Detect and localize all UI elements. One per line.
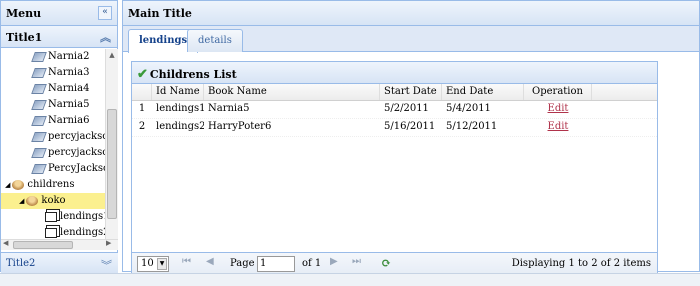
next-page-icon[interactable]: ▶ [330, 256, 338, 267]
tree-node[interactable]: Narnia5 [1, 97, 105, 113]
tree-node[interactable]: Narnia3 [1, 65, 105, 81]
user-icon [26, 195, 39, 206]
tab-details[interactable]: details [187, 29, 243, 52]
menu-title: Menu [6, 7, 42, 20]
chevron-down-icon[interactable]: ︾ [101, 257, 112, 273]
tree-node[interactable]: Narnia6 [1, 113, 105, 129]
leaf-icon [31, 147, 47, 158]
last-page-icon[interactable]: ⏭ [352, 256, 361, 267]
column-header-rownum [132, 84, 152, 100]
tree-node-koko[interactable]: ◢ koko [1, 193, 105, 209]
table-row[interactable]: 2 lendings2 HarryPoter6 5/16/2011 5/12/2… [132, 119, 657, 137]
leaf-icon [31, 83, 47, 94]
tree-node-childrens[interactable]: ◢ childrens [1, 177, 105, 193]
page-count-label: of 1 [302, 258, 322, 269]
page-label: Page [230, 258, 255, 269]
collapse-left-icon[interactable]: « [98, 6, 112, 20]
grid-title: Childrens List [149, 68, 237, 81]
tree-node[interactable]: Narnia4 [1, 81, 105, 97]
leaf-icon [31, 99, 47, 110]
tree-node[interactable]: lendings2 [1, 225, 105, 238]
tree-horizontal-scrollbar[interactable]: ◀ ▶ [1, 239, 118, 250]
tree-view: Narnia2 Narnia3 Narnia4 Narnia5 Narnia6 … [1, 49, 105, 238]
expand-triangle-icon[interactable]: ◢ [5, 181, 10, 189]
dropdown-arrow-icon[interactable]: ▼ [157, 258, 167, 270]
menu-header: Menu « [1, 1, 117, 26]
first-page-icon[interactable]: ⏮ [182, 256, 191, 267]
column-header-start[interactable]: Start Date [380, 84, 442, 100]
cell-id: lendings2 [156, 121, 204, 132]
column-header-operation[interactable]: Operation [524, 84, 592, 100]
expand-triangle-icon[interactable]: ◢ [19, 197, 24, 205]
main-title: Main Title [128, 7, 192, 20]
cell-id: lendings1 [156, 103, 204, 114]
scroll-thumb[interactable] [107, 109, 117, 219]
column-header-id[interactable]: Id Name [152, 84, 204, 100]
chevron-up-icon[interactable]: ︽ [100, 29, 111, 45]
accordion-title2-header[interactable]: Title2 ︾ [1, 252, 118, 273]
scroll-right-icon[interactable]: ▶ [106, 239, 111, 247]
edit-link[interactable]: Edit [548, 103, 569, 114]
childrens-grid: ✔ Childrens List Id Name Book Name Start … [131, 61, 658, 275]
folder-children-icon [12, 179, 25, 190]
page-size-value: 10 [141, 258, 154, 269]
status-bar [0, 273, 700, 286]
tree-vertical-scrollbar[interactable]: ▲ [105, 49, 118, 239]
pagination-bar: 10 ▼ ⏮ ◀ Page 1 of 1 ▶ ⏭ ⟳ Displaying 1 … [132, 252, 657, 274]
grid-title-bar: ✔ Childrens List [132, 62, 657, 84]
column-header-end[interactable]: End Date [442, 84, 524, 100]
scroll-left-icon[interactable]: ◀ [3, 239, 8, 247]
cell-book: Narnia5 [208, 103, 250, 114]
west-panel: Menu « Title1 ︽ Narnia2 Narnia3 Narnia4 … [0, 0, 118, 273]
cell-book: HarryPoter6 [208, 121, 272, 132]
tab-body: ✔ Childrens List Id Name Book Name Start … [123, 53, 699, 275]
main-header: Main Title [123, 1, 699, 26]
tab-strip: lendings details [123, 26, 699, 53]
tree-node[interactable]: PercyJackson [1, 161, 105, 177]
cell-operation: Edit [524, 119, 592, 136]
cell-operation: Edit [524, 101, 592, 118]
row-number: 1 [138, 103, 146, 114]
cell-start: 5/2/2011 [384, 103, 429, 114]
refresh-icon[interactable]: ⟳ [381, 256, 391, 270]
scroll-thumb-horizontal[interactable] [13, 241, 73, 249]
column-header-book[interactable]: Book Name [204, 84, 380, 100]
page-size-select[interactable]: 10 ▼ [137, 256, 169, 272]
accordion-title1-label: Title1 [6, 31, 43, 44]
leaf-icon [31, 163, 47, 174]
grid-header-row: Id Name Book Name Start Date End Date Op… [132, 84, 657, 101]
leaf-icon [31, 131, 47, 142]
accordion-title1-header[interactable]: Title1 ︽ [1, 26, 117, 48]
document-icon [45, 211, 57, 222]
leaf-icon [31, 51, 47, 62]
display-info: Displaying 1 to 2 of 2 items [511, 258, 651, 269]
scroll-up-icon[interactable]: ▲ [106, 49, 118, 62]
checkmark-icon: ✔ [137, 67, 148, 82]
tree-node[interactable]: percyjackson2 [1, 145, 105, 161]
row-number: 2 [138, 121, 146, 132]
accordion-title2-label: Title2 [6, 258, 36, 269]
cell-end: 5/4/2011 [446, 103, 491, 114]
document-icon [45, 227, 57, 238]
tree-node[interactable]: percyjackson1 [1, 129, 105, 145]
tree-node[interactable]: Narnia2 [1, 49, 105, 65]
leaf-icon [31, 115, 47, 126]
center-panel: Main Title lendings details ✔ Childrens L… [122, 0, 700, 275]
edit-link[interactable]: Edit [548, 121, 569, 132]
page-number-input[interactable]: 1 [257, 256, 295, 272]
cell-start: 5/16/2011 [384, 121, 436, 132]
leaf-icon [31, 67, 47, 78]
tree-node[interactable]: lendings1 [1, 209, 105, 225]
table-row[interactable]: 1 lendings1 Narnia5 5/2/2011 5/4/2011 Ed… [132, 101, 657, 119]
prev-page-icon[interactable]: ◀ [206, 256, 214, 267]
cell-end: 5/12/2011 [446, 121, 498, 132]
